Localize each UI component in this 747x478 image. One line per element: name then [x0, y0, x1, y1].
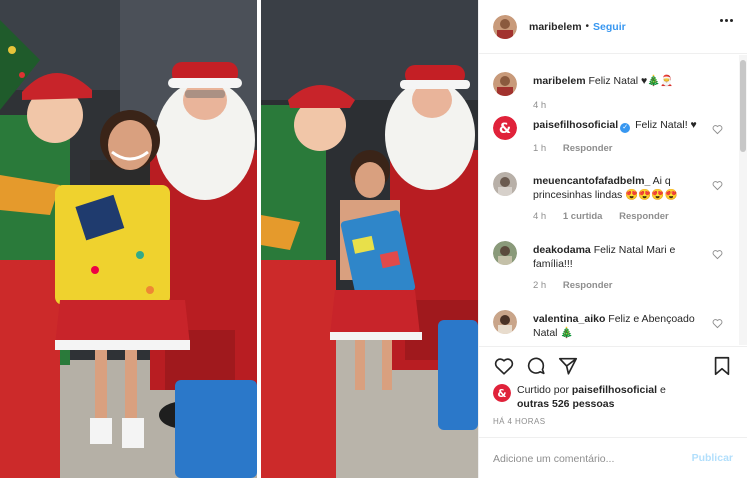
comment-input[interactable]	[493, 438, 683, 478]
more-options-icon[interactable]	[720, 19, 733, 22]
comment-meta: 4 h 1 curtida Responder	[533, 211, 683, 222]
post-side-panel: maribelem • Seguir maribelem Feliz Natal…	[478, 0, 747, 478]
comment-time: 4 h	[533, 211, 547, 222]
comment-like-heart-icon[interactable]	[712, 180, 723, 191]
heart-icon[interactable]	[493, 355, 515, 377]
comment-avatar[interactable]: &	[493, 116, 517, 140]
comment-username[interactable]: paisefilhosoficial	[533, 119, 618, 131]
post-timestamp[interactable]: HÁ 4 HORAS	[493, 417, 545, 426]
comment-time: 1 h	[533, 143, 547, 154]
comment-text: paisefilhosoficial ✓ Feliz Natal! ♥	[533, 118, 715, 133]
caption-time: 4 h	[533, 100, 547, 111]
svg-text:&: &	[499, 121, 511, 137]
author-avatar[interactable]	[493, 14, 517, 39]
comment-avatar[interactable]	[493, 241, 517, 265]
comment-avatar[interactable]	[493, 310, 517, 334]
comment-time: 2 h	[533, 280, 547, 291]
header-separator: •	[585, 21, 590, 32]
likes-and: e	[660, 384, 666, 396]
comment-avatar[interactable]	[493, 172, 517, 196]
share-icon[interactable]	[557, 355, 579, 377]
comment-text: meuencantofafadbelm_ Ai q princesinhas l…	[533, 174, 715, 202]
comment-likes-count[interactable]: 1 curtida	[563, 211, 603, 222]
comment-like-heart-icon[interactable]	[712, 249, 723, 260]
comments-scrollbar-thumb[interactable]	[740, 60, 746, 152]
comment-username[interactable]: meuencantofafadbelm_	[533, 175, 650, 187]
svg-text:&: &	[497, 388, 506, 400]
reply-button[interactable]: Responder	[619, 211, 669, 222]
liker-avatar[interactable]: &	[493, 384, 511, 402]
post-header: maribelem • Seguir	[479, 0, 747, 54]
comment-like-heart-icon[interactable]	[712, 124, 723, 135]
caption-text: maribelem Feliz Natal ♥🎄🎅	[533, 74, 715, 88]
post-actions-section: & Curtido por paisefilhosoficial e outra…	[479, 346, 747, 478]
author-username[interactable]: maribelem	[529, 21, 582, 33]
caption-avatar[interactable]	[493, 72, 517, 96]
bookmark-icon[interactable]	[711, 355, 733, 377]
verified-badge-icon: ✓	[620, 123, 631, 133]
reply-button[interactable]: Responder	[563, 280, 613, 291]
caption-username[interactable]: maribelem	[533, 75, 586, 87]
comment-composer: Publicar	[479, 437, 747, 478]
post-photo[interactable]	[0, 0, 478, 478]
comment-icon[interactable]	[525, 355, 547, 377]
caption-message: Feliz Natal ♥🎄🎅	[588, 75, 674, 87]
christmas-photo-collage	[0, 0, 478, 478]
comment-username[interactable]: valentina_aiko	[533, 313, 605, 325]
likes-others-link[interactable]: outras 526 pessoas	[517, 398, 614, 410]
follow-button[interactable]: Seguir	[593, 21, 626, 33]
comment-message: Feliz Natal! ♥	[635, 119, 697, 131]
comment-like-heart-icon[interactable]	[712, 318, 723, 329]
comment-username[interactable]: deakodama	[533, 244, 591, 256]
action-icons-row	[493, 355, 733, 377]
comment-meta: 2 h Responder	[533, 280, 626, 291]
liker-username[interactable]: paisefilhosoficial	[572, 384, 657, 396]
comment-text: valentina_aiko Feliz e Abençoado Natal 🎄	[533, 312, 715, 340]
comments-list[interactable]: maribelem Feliz Natal ♥🎄🎅 4 h & paisefil…	[479, 55, 739, 345]
caption-meta: 4 h	[533, 100, 560, 111]
likes-text: Curtido por paisefilhosoficial e outras …	[517, 383, 666, 411]
likes-prefix: Curtido por	[517, 384, 569, 396]
comment-text: deakodama Feliz Natal Mari e família!!!	[533, 243, 715, 271]
comment-meta: 1 h Responder	[533, 143, 626, 154]
reply-button[interactable]: Responder	[563, 143, 613, 154]
likes-summary: & Curtido por paisefilhosoficial e outra…	[493, 383, 733, 413]
publish-button[interactable]: Publicar	[692, 452, 733, 464]
